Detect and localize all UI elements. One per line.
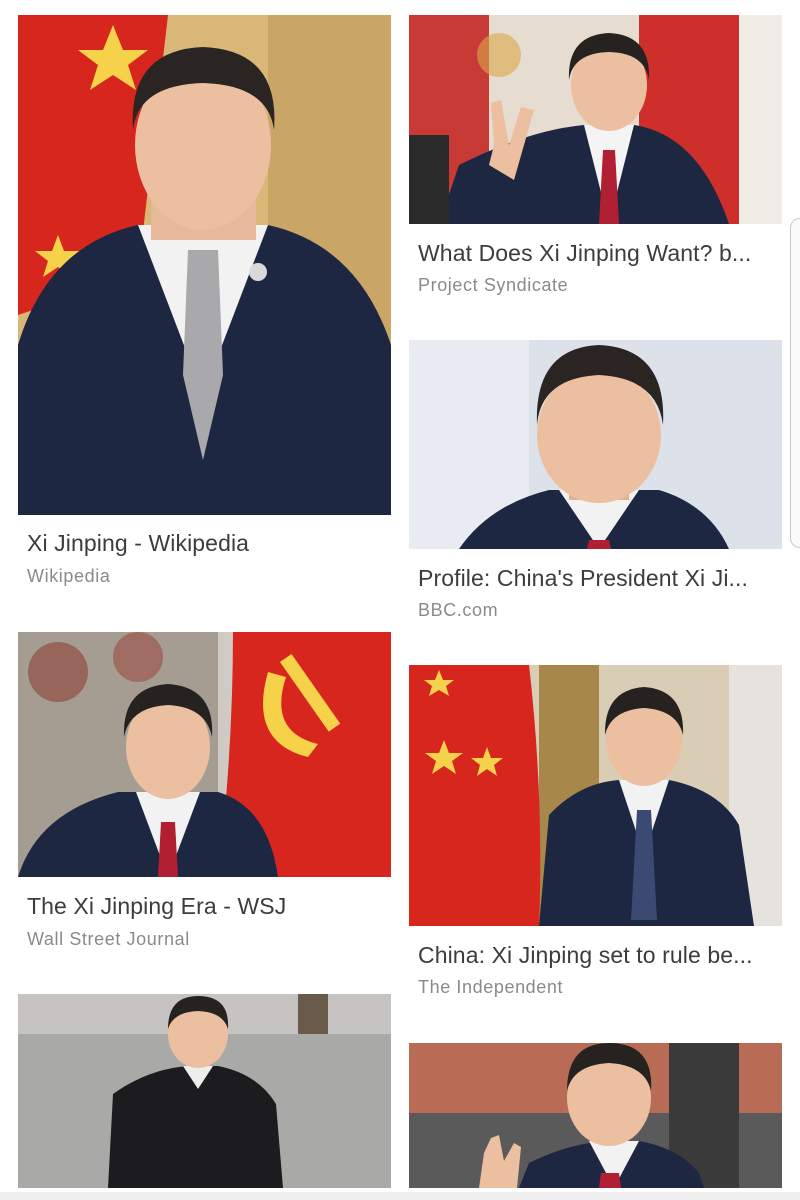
waving-photo-image [409, 15, 782, 224]
result-thumbnail[interactable] [409, 15, 782, 224]
result-source: The Independent [418, 977, 564, 997]
result-source: Wall Street Journal [27, 929, 190, 949]
result-thumbnail[interactable] [409, 340, 782, 549]
result-card-wikipedia[interactable]: Xi Jinping - Wikipedia Wikipedia [18, 15, 391, 595]
result-title[interactable]: What Does Xi Jinping Want? b... [418, 240, 751, 267]
result-thumbnail[interactable] [409, 1043, 782, 1188]
result-card-outdoor[interactable] [18, 994, 391, 1188]
result-card-project-syndicate[interactable]: What Does Xi Jinping Want? b... Project … [409, 15, 782, 300]
standing-photo-image [409, 665, 782, 926]
result-title[interactable]: Profile: China's President Xi Ji... [418, 565, 748, 592]
bottom-edge [0, 1192, 800, 1200]
result-card-independent[interactable]: China: Xi Jinping set to rule be... The … [409, 665, 782, 1005]
portrait-photo-image [18, 15, 391, 515]
result-card-bbc[interactable]: Profile: China's President Xi Ji... BBC.… [409, 340, 782, 625]
result-thumbnail[interactable] [409, 665, 782, 926]
result-title[interactable]: The Xi Jinping Era - WSJ [27, 893, 286, 920]
waving-outdoor-photo-image [409, 1043, 782, 1188]
flag-photo-image [18, 632, 391, 877]
result-thumbnail[interactable] [18, 994, 391, 1188]
result-source: BBC.com [418, 600, 499, 620]
result-title[interactable]: Xi Jinping - Wikipedia [27, 530, 249, 557]
result-thumbnail[interactable] [18, 15, 391, 515]
result-thumbnail[interactable] [18, 632, 391, 877]
headshot-photo-image [409, 340, 782, 549]
scrollbar-handle[interactable] [790, 218, 800, 548]
result-card-waving-outdoor[interactable] [409, 1043, 782, 1188]
result-source: Project Syndicate [418, 275, 569, 295]
outdoor-photo-image [18, 994, 391, 1188]
result-source: Wikipedia [27, 566, 111, 586]
result-card-wsj[interactable]: The Xi Jinping Era - WSJ Wall Street Jou… [18, 632, 391, 952]
result-title[interactable]: China: Xi Jinping set to rule be... [418, 942, 753, 969]
